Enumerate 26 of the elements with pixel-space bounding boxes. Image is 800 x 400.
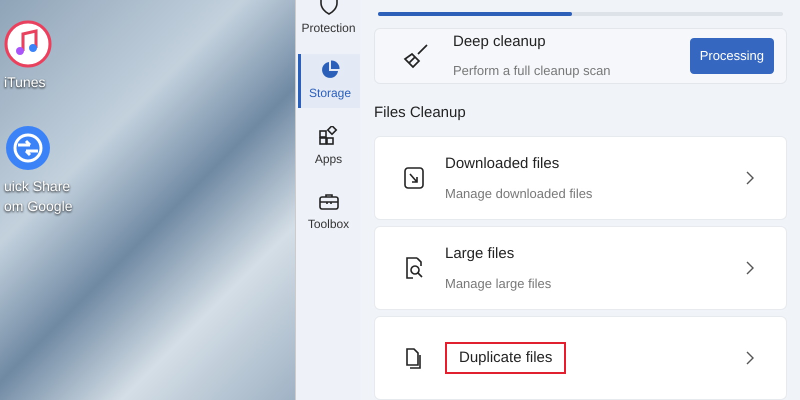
pie-chart-icon: [320, 60, 340, 80]
document-search-icon: [403, 256, 425, 280]
file-category-card[interactable]: Downloaded files Manage downloaded files: [374, 136, 787, 220]
nav-item[interactable]: Storage: [298, 54, 360, 108]
card-subtitle: Manage large files: [445, 274, 552, 293]
share-app-icon: [4, 124, 52, 172]
chevron-right-icon: [746, 171, 754, 185]
nav-item[interactable]: Protection: [298, 0, 360, 42]
file-category-card[interactable]: Large files Manage large files: [374, 226, 787, 310]
nav-item[interactable]: Apps: [298, 120, 360, 174]
card-title: Downloaded files: [445, 154, 560, 174]
nav-item[interactable]: Toolbox: [298, 186, 360, 240]
toolbox-icon: [318, 193, 338, 211]
apps-icon: [318, 126, 338, 146]
section-heading: Files Cleanup: [374, 102, 467, 122]
card-title: Deep cleanup: [453, 32, 547, 52]
music-app-icon: [4, 20, 52, 68]
card-subtitle: Manage downloaded files: [445, 184, 592, 203]
processing-button[interactable]: Processing: [690, 38, 774, 74]
chevron-right-icon: [746, 261, 754, 275]
card-title: Duplicate files: [445, 342, 566, 374]
chevron-right-icon: [746, 351, 754, 365]
file-category-card[interactable]: Duplicate files: [374, 316, 787, 400]
card-subtitle: Perform a full cleanup scan: [453, 62, 612, 80]
broom-icon: [403, 42, 429, 69]
card-title: Large files: [445, 244, 514, 264]
